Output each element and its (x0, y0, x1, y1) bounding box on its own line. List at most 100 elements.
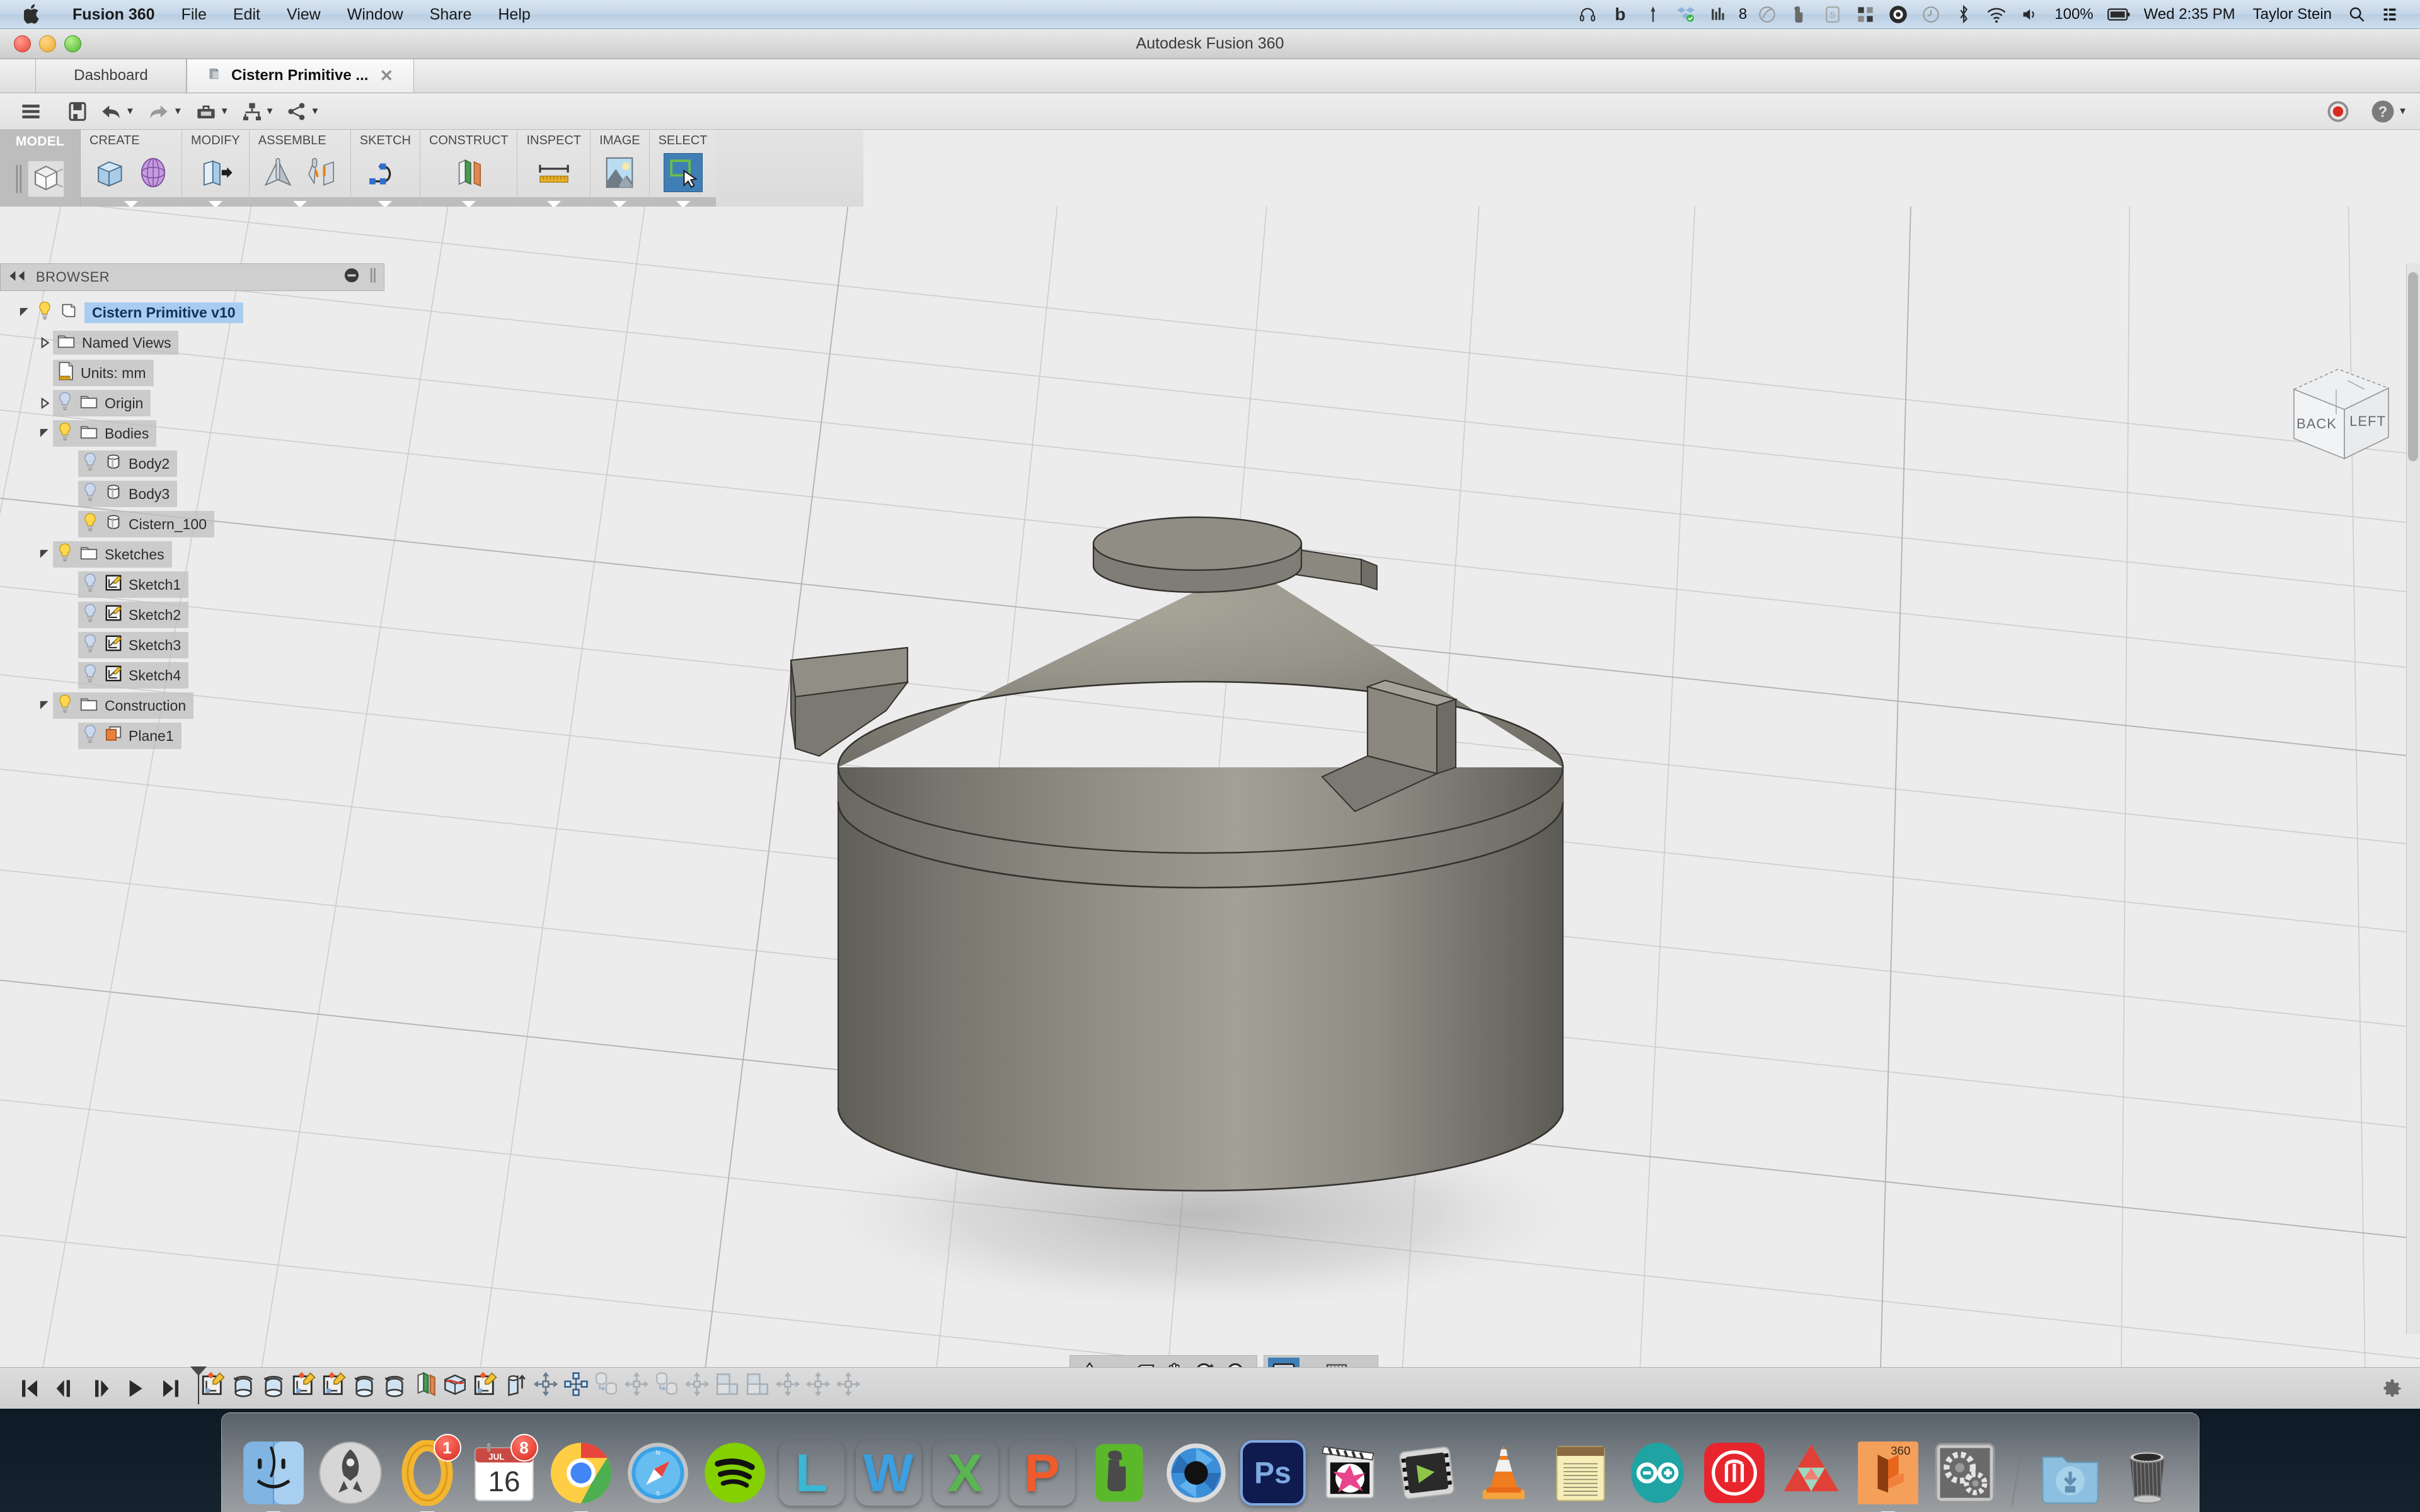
browser-item-units-mm[interactable]: Units: mm (0, 358, 384, 388)
menu-window[interactable]: Window (334, 0, 417, 29)
dock-notes[interactable] (1545, 1435, 1616, 1506)
dock-aperture[interactable] (1161, 1435, 1231, 1506)
tab-cistern-primitive[interactable]: Cistern Primitive ... ✕ (187, 59, 415, 93)
bell-icon[interactable] (1637, 0, 1669, 29)
dock-spotify[interactable] (700, 1435, 770, 1506)
timeline-revolve-1[interactable] (228, 1369, 258, 1399)
battery-icon[interactable] (2102, 0, 2135, 29)
expand-arrow-right-icon[interactable] (37, 336, 53, 349)
dock-trash[interactable] (2112, 1435, 2182, 1506)
browser-item-sketches[interactable]: Sketches (0, 539, 384, 570)
dock-streamclip[interactable] (1392, 1435, 1462, 1506)
timeline-extrude-1[interactable] (500, 1369, 531, 1399)
browser-item-origin[interactable]: Origin (0, 388, 384, 418)
chevron-down-icon[interactable]: ▼ (173, 106, 183, 117)
dock-makerbot[interactable] (1699, 1435, 1770, 1506)
chevron-down-icon[interactable]: ▼ (220, 106, 229, 117)
file-button[interactable]: ▼ (189, 93, 236, 130)
browser-item-cistern-100[interactable]: Cistern_100 (0, 509, 384, 539)
timeline-revolve-4[interactable] (379, 1369, 410, 1399)
dock-lync[interactable]: L (776, 1435, 847, 1506)
dock-calendar[interactable]: JUL 16 8 (469, 1434, 539, 1506)
timeline-move-2[interactable] (621, 1369, 652, 1399)
timeline-pattern-1[interactable] (561, 1369, 591, 1399)
minus-circle-icon[interactable] (343, 267, 360, 287)
browser-item-sketch1[interactable]: Sketch1 (0, 570, 384, 600)
circle-swirl-icon[interactable] (1751, 0, 1783, 29)
chevron-down-icon[interactable]: ▼ (2398, 106, 2407, 117)
redo-button[interactable]: ▼ (141, 93, 189, 130)
close-icon[interactable]: ✕ (379, 66, 393, 86)
workspace-switcher-model[interactable]: MODEL (0, 130, 81, 211)
lightbulb-on-icon[interactable] (82, 513, 98, 536)
grid-icon[interactable] (1849, 0, 1882, 29)
chevron-down-icon[interactable]: ▼ (310, 106, 320, 117)
clock-icon[interactable] (1915, 0, 1947, 29)
dock-downloads[interactable] (2035, 1435, 2106, 1506)
lightbulb-on-icon[interactable] (37, 301, 53, 324)
dock-mail[interactable]: 1 (392, 1434, 463, 1512)
browser-item-body2[interactable]: Body2 (0, 449, 384, 479)
browser-item-cistern-primitive-v10[interactable]: Cistern Primitive v10 (0, 297, 384, 328)
resize-grip-icon[interactable] (369, 267, 377, 287)
timeline-revolve-2[interactable] (258, 1369, 289, 1399)
dock-launchpad[interactable] (315, 1435, 386, 1506)
timeline-copy-2[interactable] (652, 1369, 682, 1399)
timeline-copy-1[interactable] (591, 1369, 621, 1399)
dock-word[interactable]: W (853, 1435, 924, 1506)
lightbulb-off-icon[interactable] (82, 634, 98, 656)
lightbulb-off-icon[interactable] (57, 392, 73, 415)
menu-app-name[interactable]: Fusion 360 (59, 0, 168, 29)
dock-meshmixer[interactable] (1776, 1435, 1847, 1506)
menu-help[interactable]: Help (485, 0, 543, 29)
step-forward-button[interactable] (89, 1377, 111, 1400)
apple-icon[interactable] (21, 4, 44, 25)
browser-item-named-views[interactable]: Named Views (0, 328, 384, 358)
bluetooth-icon[interactable] (1947, 0, 1980, 29)
browser-item-sketch4[interactable]: Sketch4 (0, 660, 384, 690)
play-button[interactable] (125, 1377, 146, 1400)
go-to-beginning-button[interactable] (19, 1377, 40, 1400)
timeline-sketch-2[interactable] (289, 1369, 319, 1399)
browser-item-body3[interactable]: Body3 (0, 479, 384, 509)
timeline-loft-1[interactable] (440, 1369, 470, 1399)
go-to-end-button[interactable] (160, 1377, 182, 1400)
share-button[interactable]: ▼ (280, 93, 326, 130)
menu-view[interactable]: View (274, 0, 334, 29)
search-icon[interactable] (2341, 0, 2373, 29)
tab-dashboard[interactable]: Dashboard (35, 59, 187, 93)
create-sphere-icon[interactable] (134, 153, 173, 192)
menu-file[interactable]: File (168, 0, 220, 29)
record-button[interactable] (2320, 93, 2365, 130)
joint-icon[interactable] (302, 153, 342, 192)
lightbulb-off-icon[interactable] (82, 664, 98, 687)
dock-finder[interactable] (238, 1435, 309, 1512)
chevron-down-icon[interactable]: ▼ (265, 106, 275, 117)
istat-bars-icon[interactable] (1702, 0, 1735, 29)
dock-fusion[interactable]: 360 (1853, 1435, 1923, 1512)
collapse-left-icon[interactable] (7, 269, 27, 285)
canvas-image-icon[interactable] (600, 153, 639, 192)
dock-arduino[interactable] (1622, 1435, 1693, 1506)
evernote-icon[interactable] (1783, 0, 1816, 29)
timeline-move-1[interactable] (531, 1369, 561, 1399)
dock-photoshop[interactable]: Ps (1238, 1435, 1308, 1506)
menubar-clock[interactable]: Wed 2:35 PM (2135, 6, 2244, 23)
expand-arrow-down-icon[interactable] (37, 427, 53, 440)
step-back-button[interactable] (54, 1377, 76, 1400)
volume-icon[interactable] (2013, 0, 2046, 29)
measure-icon[interactable] (534, 153, 573, 192)
browser-item-sketch3[interactable]: Sketch3 (0, 630, 384, 660)
expand-arrow-down-icon[interactable] (16, 306, 33, 319)
expand-arrow-down-icon[interactable] (37, 699, 53, 712)
dock-chrome[interactable] (546, 1435, 616, 1512)
assembly-button[interactable]: ▼ (236, 93, 281, 130)
dock-vlc[interactable] (1468, 1435, 1539, 1506)
browser-item-construction[interactable]: Construction (0, 690, 384, 721)
lightbulb-off-icon[interactable] (82, 483, 98, 505)
lightbulb-on-icon[interactable] (57, 422, 73, 445)
save-button[interactable] (62, 93, 93, 130)
viewport-scrollbar-thumb[interactable] (2408, 272, 2418, 461)
menu-share[interactable]: Share (417, 0, 485, 29)
dock-safari[interactable]: NS (623, 1435, 693, 1506)
